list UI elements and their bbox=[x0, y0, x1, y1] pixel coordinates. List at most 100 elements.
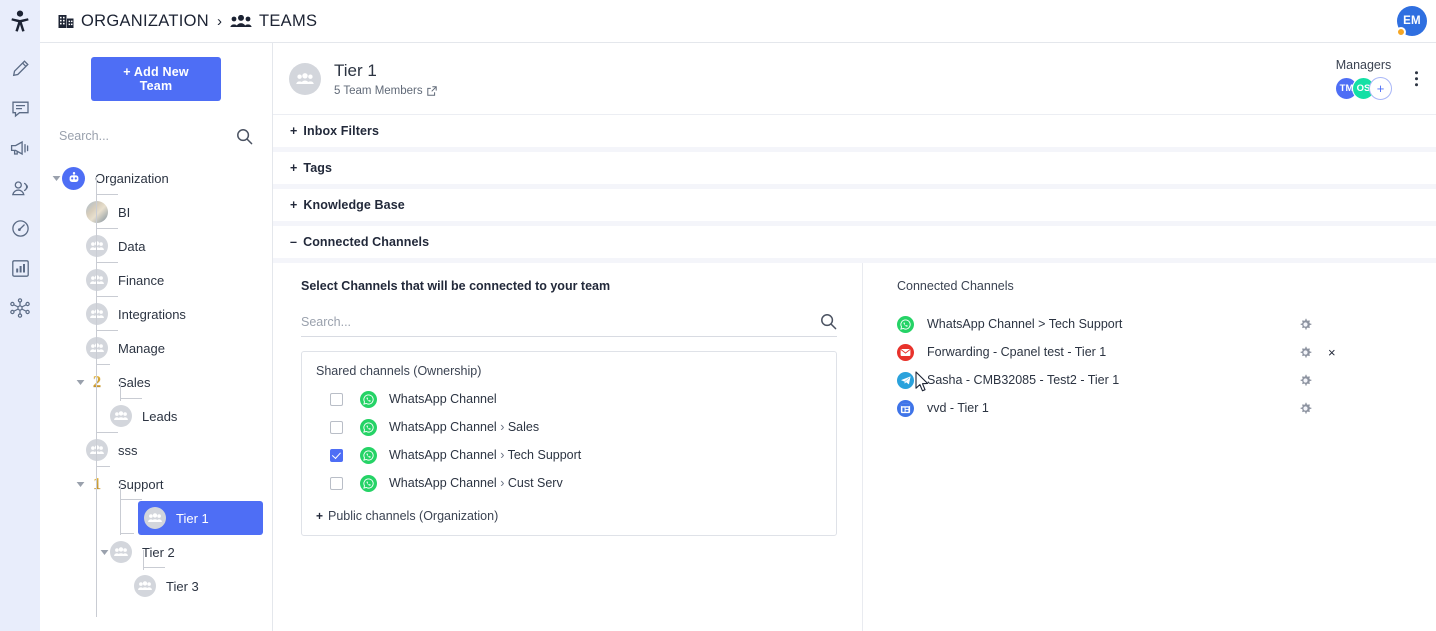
contacts-icon[interactable] bbox=[7, 175, 33, 201]
connected-channel-row: Sasha - CMB32085 - Test2 - Tier 1 bbox=[897, 366, 1412, 394]
tree-connector bbox=[96, 194, 118, 195]
megaphone-icon[interactable] bbox=[7, 135, 33, 161]
channel-search-input[interactable] bbox=[301, 314, 820, 329]
tree-connector bbox=[96, 364, 110, 365]
external-link-icon[interactable] bbox=[426, 86, 437, 96]
gear-icon[interactable] bbox=[1299, 318, 1312, 331]
search-icon[interactable] bbox=[236, 128, 253, 145]
main-content: Tier 1 5 Team Members Managers TM OS + +… bbox=[273, 43, 1436, 631]
search-icon[interactable] bbox=[820, 313, 837, 330]
checkbox[interactable] bbox=[330, 476, 343, 490]
whatsapp-icon bbox=[360, 446, 377, 464]
manager-chips: TM OS + bbox=[1335, 76, 1392, 100]
rank-badge: 1 bbox=[86, 474, 108, 494]
checkbox[interactable] bbox=[330, 420, 343, 434]
team-icon bbox=[110, 541, 132, 563]
toggle-sign: + bbox=[290, 198, 298, 212]
team-avatar bbox=[289, 62, 321, 95]
tree-item-label: Data bbox=[118, 238, 146, 254]
tree-item-bi[interactable]: BI bbox=[40, 195, 272, 229]
bar-chart-icon[interactable] bbox=[7, 255, 33, 281]
channel-option[interactable]: WhatsApp Channel bbox=[316, 385, 822, 413]
channel-options-list: WhatsApp Channel WhatsApp Channel › Sales… bbox=[316, 385, 822, 497]
toggle-sign: – bbox=[290, 235, 298, 249]
more-vertical-icon[interactable] bbox=[1411, 67, 1423, 91]
app-logo[interactable] bbox=[0, 0, 40, 43]
tree-item-tier-1[interactable]: Tier 1 bbox=[138, 501, 263, 535]
team-members-count: 5 Team Members bbox=[334, 85, 423, 97]
channel-search[interactable] bbox=[301, 307, 837, 337]
channel-option[interactable]: WhatsApp Channel › Tech Support bbox=[316, 441, 822, 469]
body: + Add New Team Organization BI Data Finance… bbox=[0, 43, 1436, 631]
team-icon bbox=[86, 235, 108, 257]
tree-connector bbox=[96, 432, 118, 433]
tree-item-tier-2[interactable]: Tier 2 bbox=[40, 535, 272, 569]
chevron-down-icon[interactable] bbox=[98, 546, 110, 558]
add-manager-button[interactable]: + bbox=[1369, 76, 1392, 100]
gauge-icon[interactable] bbox=[7, 215, 33, 241]
collapsible-sections: + Inbox Filters + Tags + Knowledge Base – Conne… bbox=[273, 115, 1436, 263]
chevron-down-icon[interactable] bbox=[74, 376, 86, 388]
channel-options-box: Shared channels (Ownership) WhatsApp Cha… bbox=[301, 351, 837, 536]
add-team-wrap: + Add New Team bbox=[40, 43, 272, 107]
section-header-tags[interactable]: + Tags bbox=[273, 152, 1436, 184]
pencil-icon[interactable] bbox=[7, 55, 33, 81]
connected-channel-row: Forwarding - Cpanel test - Tier 1 × bbox=[897, 338, 1412, 366]
tree-item-integrations[interactable]: Integrations bbox=[40, 297, 272, 331]
chat-bubble-icon[interactable] bbox=[7, 95, 33, 121]
tree-item-label: Organization bbox=[95, 170, 169, 186]
checkbox[interactable] bbox=[330, 448, 343, 462]
gear-icon[interactable] bbox=[1299, 402, 1312, 415]
gear-icon[interactable] bbox=[1299, 374, 1312, 387]
channel-option-label: WhatsApp Channel › Sales bbox=[389, 420, 540, 434]
section-header-inbox-filters[interactable]: + Inbox Filters bbox=[273, 115, 1436, 147]
sidebar-search[interactable] bbox=[59, 123, 253, 149]
breadcrumb-teams[interactable]: TEAMS bbox=[259, 12, 317, 31]
rank-badge: 2 bbox=[86, 372, 108, 392]
tree-item-organization[interactable]: Organization bbox=[40, 161, 272, 195]
tree-item-label: sss bbox=[118, 442, 138, 458]
tree-item-support[interactable]: 1 Support bbox=[40, 467, 272, 501]
team-meta: Tier 1 5 Team Members bbox=[334, 60, 437, 97]
chevron-down-icon[interactable] bbox=[74, 478, 86, 490]
chevron-down-icon[interactable] bbox=[50, 172, 62, 184]
tree-item-tier-3[interactable]: Tier 3 bbox=[40, 569, 272, 603]
avatar[interactable]: EM bbox=[1396, 6, 1427, 37]
tree-item-finance[interactable]: Finance bbox=[40, 263, 272, 297]
add-new-team-button[interactable]: + Add New Team bbox=[91, 57, 221, 101]
section-header-connected-channels[interactable]: – Connected Channels bbox=[273, 226, 1436, 258]
window-icon bbox=[897, 399, 914, 417]
connected-channel-label: WhatsApp Channel > Tech Support bbox=[927, 317, 1123, 331]
checkbox[interactable] bbox=[330, 392, 343, 406]
breadcrumb-organization[interactable]: ORGANIZATION bbox=[81, 12, 209, 31]
channel-option[interactable]: WhatsApp Channel › Sales bbox=[316, 413, 822, 441]
channel-option[interactable]: WhatsApp Channel › Cust Serv bbox=[316, 469, 822, 497]
team-icon bbox=[86, 337, 108, 359]
left-rail bbox=[0, 43, 40, 631]
tree-item-manage[interactable]: Manage bbox=[40, 331, 272, 365]
tree-item-data[interactable]: Data bbox=[40, 229, 272, 263]
toggle-sign: + bbox=[290, 161, 298, 175]
tree-item-sss[interactable]: sss bbox=[40, 433, 272, 467]
network-icon[interactable] bbox=[7, 295, 33, 321]
gear-icon[interactable] bbox=[1299, 346, 1312, 359]
telegram-icon bbox=[897, 371, 914, 389]
whatsapp-icon bbox=[360, 390, 377, 408]
sidebar-search-input[interactable] bbox=[59, 129, 236, 143]
section-header-knowledge-base[interactable]: + Knowledge Base bbox=[273, 189, 1436, 221]
connected-channel-label: Forwarding - Cpanel test - Tier 1 bbox=[927, 345, 1107, 359]
connected-channels-list: WhatsApp Channel > Tech Support Forwardin… bbox=[897, 310, 1412, 422]
page-title: Tier 1 bbox=[334, 61, 377, 80]
tree-connector bbox=[96, 330, 118, 331]
avatar bbox=[86, 201, 108, 223]
team-tree: Organization BI Data Finance Integrations Man… bbox=[40, 149, 272, 617]
tree-item-sales[interactable]: 2 Sales bbox=[40, 365, 272, 399]
tree-item-leads[interactable]: Leads bbox=[40, 399, 272, 433]
close-icon[interactable]: × bbox=[1328, 346, 1336, 359]
status-dot bbox=[1396, 27, 1406, 37]
public-channels-expander[interactable]: + Public channels (Organization) bbox=[316, 509, 822, 523]
